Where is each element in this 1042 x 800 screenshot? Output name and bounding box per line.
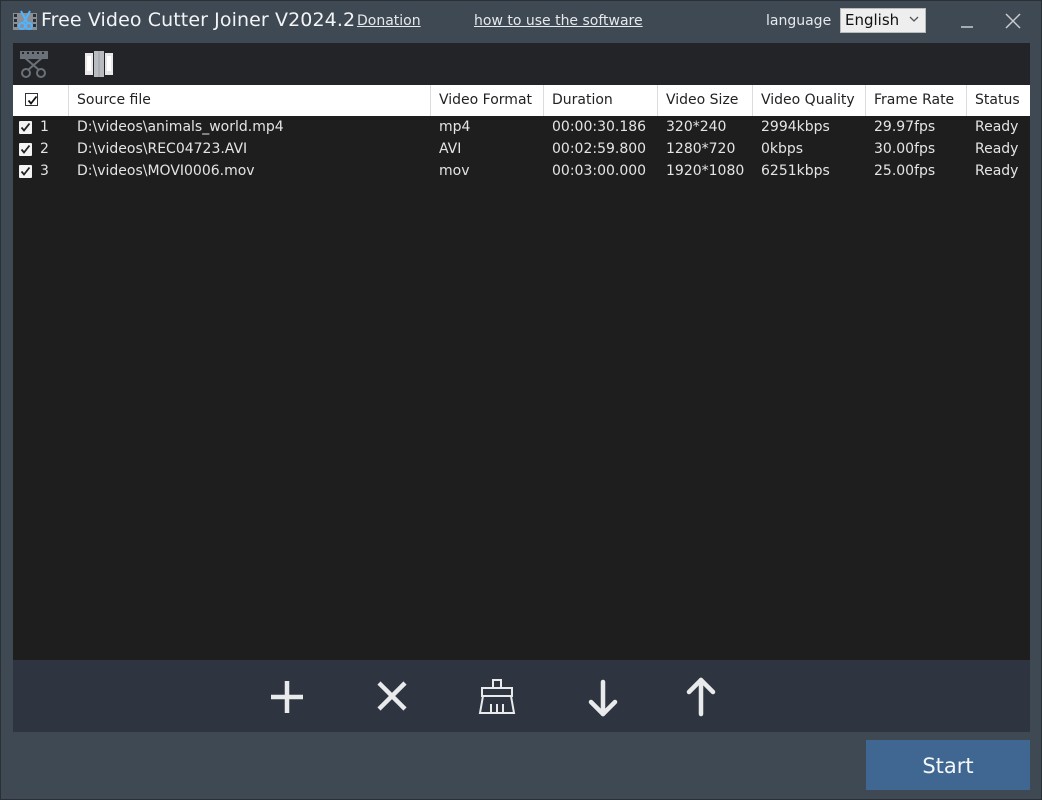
checkmark-icon — [20, 122, 31, 132]
status: Ready — [975, 119, 1019, 135]
minimize-button[interactable] — [953, 7, 981, 35]
scissors-film-icon — [20, 51, 48, 78]
language-value: English — [845, 11, 900, 29]
add-file-button[interactable] — [263, 670, 311, 720]
column-header-video-format[interactable]: Video Format — [431, 85, 544, 116]
close-icon — [1005, 13, 1021, 29]
column-header-status[interactable]: Status — [967, 85, 1030, 116]
minimize-icon — [961, 26, 973, 28]
video-quality: 2994kbps — [761, 119, 830, 135]
table-row[interactable]: 1 D:\videos\animals_world.mp4 mp4 00:00:… — [13, 117, 1030, 139]
donation-link[interactable]: Donation — [357, 13, 421, 29]
checkmark-icon — [20, 166, 31, 176]
frame-rate: 29.97fps — [874, 119, 936, 135]
status: Ready — [975, 141, 1019, 157]
column-header-video-size[interactable]: Video Size — [658, 85, 753, 116]
video-format: mp4 — [439, 119, 471, 135]
table-row[interactable]: 3 D:\videos\MOVI0006.mov mov 00:03:00.00… — [13, 161, 1030, 183]
language-label: language — [766, 13, 832, 29]
duration: 00:03:00.000 — [552, 163, 647, 179]
video-size: 1920*1080 — [666, 163, 745, 179]
video-size: 320*240 — [666, 119, 727, 135]
column-header-video-quality[interactable]: Video Quality — [753, 85, 866, 116]
video-size: 1280*720 — [666, 141, 736, 157]
video-quality: 0kbps — [761, 141, 804, 157]
duration: 00:02:59.800 — [552, 141, 647, 157]
move-up-button[interactable] — [677, 670, 725, 720]
status: Ready — [975, 163, 1019, 179]
column-header-source-file[interactable]: Source file — [69, 85, 431, 116]
duration: 00:00:30.186 — [552, 119, 647, 135]
video-format: mov — [439, 163, 470, 179]
app-logo-icon — [13, 10, 37, 32]
plus-icon — [271, 681, 303, 713]
video-format: AVI — [439, 141, 462, 157]
file-list-panel: Source file Video Format Duration Video … — [13, 43, 1030, 660]
row-checkbox[interactable] — [19, 165, 32, 178]
video-quality: 6251kbps — [761, 163, 830, 179]
row-index: 2 — [40, 141, 49, 157]
table-row[interactable]: 2 D:\videos\REC04723.AVI AVI 00:02:59.80… — [13, 139, 1030, 161]
source-file: D:\videos\animals_world.mp4 — [77, 119, 284, 135]
remove-file-button[interactable] — [368, 670, 416, 720]
select-all-checkbox[interactable] — [25, 93, 38, 106]
x-icon — [377, 681, 407, 711]
chevron-down-icon — [908, 13, 920, 28]
arrow-down-icon — [588, 679, 618, 717]
row-checkbox[interactable] — [19, 143, 32, 156]
frame-rate: 25.00fps — [874, 163, 936, 179]
close-button[interactable] — [999, 7, 1027, 35]
title-bar: Free Video Cutter Joiner V2024.2 Donatio… — [1, 1, 1041, 41]
move-down-button[interactable] — [579, 670, 627, 720]
film-join-icon — [85, 51, 113, 77]
language-select[interactable]: English — [840, 8, 926, 33]
table-header: Source file Video Format Duration Video … — [13, 85, 1030, 116]
frame-rate: 30.00fps — [874, 141, 936, 157]
start-button[interactable]: Start — [866, 740, 1030, 790]
source-file: D:\videos\MOVI0006.mov — [77, 163, 255, 179]
column-header-duration[interactable]: Duration — [544, 85, 658, 116]
cut-tool-button[interactable] — [17, 49, 51, 79]
howto-link[interactable]: how to use the software — [474, 13, 643, 29]
checkmark-icon — [20, 144, 31, 154]
clear-list-button[interactable] — [473, 670, 521, 720]
app-window: Free Video Cutter Joiner V2024.2 Donatio… — [0, 0, 1042, 800]
broom-icon — [478, 679, 516, 714]
row-index: 3 — [40, 163, 49, 179]
select-all-cell — [13, 85, 69, 116]
row-checkbox[interactable] — [19, 121, 32, 134]
mode-toolbar — [13, 43, 1030, 85]
arrow-up-icon — [686, 677, 716, 717]
row-index: 1 — [40, 119, 49, 135]
source-file: D:\videos\REC04723.AVI — [77, 141, 248, 157]
checkmark-icon — [27, 95, 38, 105]
action-bar — [13, 660, 1030, 732]
join-tool-button[interactable] — [82, 49, 116, 79]
app-title: Free Video Cutter Joiner V2024.2 — [41, 9, 356, 31]
column-header-frame-rate[interactable]: Frame Rate — [866, 85, 967, 116]
